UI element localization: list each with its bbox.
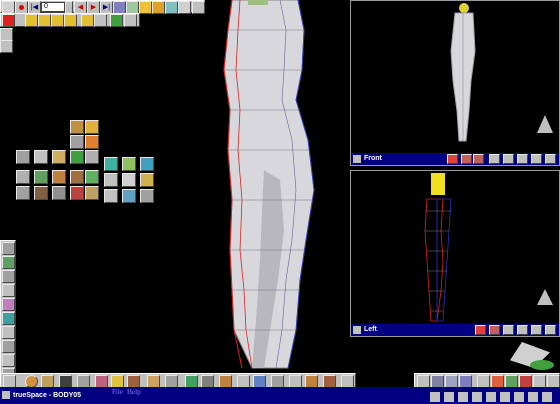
close-icon[interactable]	[447, 154, 458, 164]
status-icon[interactable]	[486, 392, 496, 402]
front-view-figure	[450, 3, 476, 142]
object-palette	[14, 120, 160, 203]
deform-tool-icon[interactable]	[94, 14, 107, 27]
view-icon[interactable]	[2, 312, 15, 325]
palette-item-icon[interactable]	[70, 135, 84, 149]
menu-help[interactable]: Help	[127, 388, 141, 396]
render-icon[interactable]	[461, 154, 472, 164]
palette-item-icon[interactable]	[104, 189, 118, 203]
color-icon[interactable]	[2, 14, 15, 27]
render-icon[interactable]	[2, 242, 15, 255]
palette-item-icon[interactable]	[34, 186, 48, 200]
palette-item-icon[interactable]	[52, 186, 66, 200]
left-view-figure	[424, 173, 452, 322]
eye-icon[interactable]	[503, 325, 514, 335]
extra-tool-icon[interactable]	[124, 14, 137, 27]
status-icon[interactable]	[528, 392, 538, 402]
palette-item-icon[interactable]	[16, 170, 30, 184]
palette-item-icon[interactable]	[52, 170, 66, 184]
palette-item-icon[interactable]	[85, 150, 99, 164]
rotate-icon[interactable]	[531, 154, 542, 164]
viewport-menu-icon[interactable]	[353, 326, 361, 334]
viewport-label: Left	[364, 326, 377, 333]
close-icon[interactable]	[475, 325, 486, 335]
left-viewport[interactable]: Left	[350, 170, 560, 337]
scene-icon[interactable]	[2, 326, 15, 339]
status-icons	[430, 392, 556, 402]
object-tool-icon[interactable]	[81, 14, 94, 27]
link-tool-icon[interactable]	[110, 14, 123, 27]
palette-item-icon[interactable]	[140, 157, 154, 171]
render-2-icon[interactable]	[473, 154, 484, 164]
arrow-icon[interactable]	[139, 1, 152, 14]
palette-item-icon[interactable]	[34, 170, 48, 184]
left-toolbar	[0, 240, 16, 382]
front-viewport-titlebar: Front	[351, 153, 559, 165]
status-icon[interactable]	[458, 392, 468, 402]
palette-item-icon[interactable]	[85, 170, 99, 184]
hammer-icon[interactable]	[2, 354, 15, 367]
viewport-menu-icon[interactable]	[353, 155, 361, 163]
camera-icon[interactable]	[2, 256, 15, 269]
head-stub	[248, 0, 268, 5]
yellow-tool-icon[interactable]	[25, 14, 38, 27]
app-title: trueSpace - BODY05	[13, 392, 82, 399]
tool-icon[interactable]	[2, 340, 15, 353]
palette-item-icon[interactable]	[122, 173, 136, 187]
yellow-tool-2-icon[interactable]	[38, 14, 51, 27]
perspective-viewport[interactable]	[160, 0, 350, 372]
left-viewport-titlebar: Left	[351, 324, 559, 336]
frame-counter[interactable]: 0	[41, 2, 65, 12]
maximize-icon[interactable]	[545, 154, 556, 164]
palette-item-icon[interactable]	[122, 189, 136, 203]
status-icon[interactable]	[430, 392, 440, 402]
color-palette-icon[interactable]	[2, 298, 15, 311]
palette-item-icon[interactable]	[140, 173, 154, 187]
menu-file[interactable]: File	[112, 388, 123, 396]
front-viewport[interactable]: Front	[350, 0, 560, 166]
yellow-tool-4-icon[interactable]	[64, 14, 77, 27]
small-tool-2-icon[interactable]	[0, 40, 13, 53]
status-icon[interactable]	[500, 392, 510, 402]
material-icon[interactable]	[2, 284, 15, 297]
palette-item-icon[interactable]	[104, 157, 118, 171]
bottom-toolbar	[0, 373, 356, 388]
palette-item-icon[interactable]	[85, 186, 99, 200]
eye-icon[interactable]	[489, 154, 500, 164]
status-icon[interactable]	[444, 392, 454, 402]
palette-item-icon[interactable]	[122, 157, 136, 171]
palette-item-icon[interactable]	[70, 120, 84, 134]
palette-item-icon[interactable]	[16, 150, 30, 164]
palette-item-icon[interactable]	[85, 120, 99, 134]
palette-item-icon[interactable]	[52, 150, 66, 164]
pan-icon[interactable]	[517, 154, 528, 164]
maximize-icon[interactable]	[545, 325, 556, 335]
rotate-icon[interactable]	[531, 325, 542, 335]
status-icon[interactable]	[542, 392, 552, 402]
zoom-icon[interactable]	[517, 325, 528, 335]
palette-item-icon[interactable]	[140, 189, 154, 203]
status-icon[interactable]	[514, 392, 524, 402]
status-icon[interactable]	[472, 392, 482, 402]
tools-toolbar	[0, 13, 140, 27]
yellow-tool-3-icon[interactable]	[51, 14, 64, 27]
palette-item-icon[interactable]	[70, 170, 84, 184]
app-icon[interactable]	[2, 391, 10, 399]
viewport-label: Front	[364, 155, 382, 162]
palette-item-icon[interactable]	[104, 173, 118, 187]
render-icon[interactable]	[489, 325, 500, 335]
palette-item-icon[interactable]	[85, 135, 99, 149]
zoom-icon[interactable]	[503, 154, 514, 164]
palette-item-icon[interactable]	[70, 150, 84, 164]
palette-item-icon[interactable]	[16, 186, 30, 200]
palette-item-icon[interactable]	[70, 186, 84, 200]
bottom-right-toolbar	[414, 373, 560, 388]
palette-item-icon[interactable]	[34, 150, 48, 164]
light-icon[interactable]	[2, 270, 15, 283]
navigation-widget[interactable]	[504, 338, 560, 374]
